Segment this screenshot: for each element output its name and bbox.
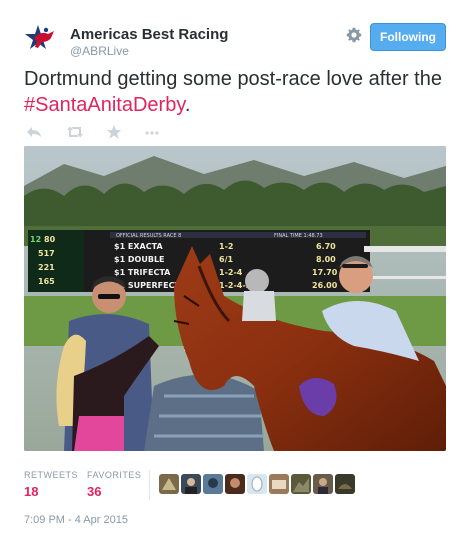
favoriter-avatar[interactable] bbox=[313, 474, 333, 494]
tweet-timestamp[interactable]: 7:09 PM - 4 Apr 2015 bbox=[24, 514, 128, 526]
favoriter-avatar[interactable] bbox=[291, 474, 311, 494]
tweet-photo[interactable]: OFFICIAL RESULTS RACE 8 FINAL TIME 1:48.… bbox=[24, 146, 446, 451]
board-row-label: $1 EXACTA bbox=[114, 242, 163, 251]
favorites-count[interactable]: 36 bbox=[87, 484, 101, 499]
board-row-combo: 1-2-4 bbox=[219, 268, 243, 277]
gear-icon[interactable] bbox=[346, 27, 362, 43]
retweets-label[interactable]: RETWEETS bbox=[24, 470, 78, 480]
favorites-label[interactable]: FAVORITES bbox=[87, 470, 141, 480]
favoriter-avatar[interactable] bbox=[159, 474, 179, 494]
board-row-combo: 1-2 bbox=[219, 242, 233, 251]
tweet-text-end: . bbox=[184, 94, 191, 116]
board-left-4: 221 bbox=[38, 263, 55, 272]
board-row-label: $1 TRIFECTA bbox=[114, 268, 171, 277]
board-time: FINAL TIME 1:48.73 bbox=[274, 233, 323, 239]
retweet-icon[interactable] bbox=[66, 124, 84, 140]
favoriter-avatar[interactable] bbox=[269, 474, 289, 494]
reply-icon[interactable] bbox=[26, 124, 44, 140]
board-header: OFFICIAL RESULTS RACE 8 bbox=[116, 233, 181, 239]
hashtag-link[interactable]: #SantaAnitaDerby bbox=[24, 94, 185, 116]
tweet-header: Americas Best Racing @ABRLive Following bbox=[24, 22, 446, 62]
tweet-actions bbox=[26, 124, 186, 140]
author-avatar[interactable] bbox=[24, 22, 60, 58]
tweet-stats: RETWEETS 18 FAVORITES 36 bbox=[24, 470, 446, 500]
board-row-payout: 17.70 bbox=[312, 268, 338, 277]
tweet-text-body: Dortmund getting some post-race love aft… bbox=[24, 68, 442, 90]
retweets-count[interactable]: 18 bbox=[24, 484, 38, 499]
board-row-payout: 6.70 bbox=[316, 242, 336, 251]
author-display-name[interactable]: Americas Best Racing bbox=[70, 26, 228, 43]
following-button[interactable]: Following bbox=[370, 23, 446, 51]
favoriter-avatar[interactable] bbox=[181, 474, 201, 494]
favoriter-avatar[interactable] bbox=[247, 474, 267, 494]
board-row-combo: 6/1 bbox=[219, 255, 233, 264]
board-left-2: 80 bbox=[44, 235, 56, 244]
more-icon[interactable] bbox=[144, 124, 162, 140]
board-row-payout: 26.00 bbox=[312, 281, 338, 290]
favorite-icon[interactable] bbox=[106, 124, 124, 140]
stats-divider bbox=[149, 470, 150, 500]
favoriter-avatar[interactable] bbox=[335, 474, 355, 494]
board-row-label: $1 DOUBLE bbox=[114, 255, 165, 264]
favoriter-avatar[interactable] bbox=[203, 474, 223, 494]
board-left-5: 165 bbox=[38, 277, 55, 286]
favoriter-avatar[interactable] bbox=[225, 474, 245, 494]
board-row-payout: 8.00 bbox=[316, 255, 336, 264]
author-handle[interactable]: @ABRLive bbox=[70, 44, 129, 58]
board-left-1: 12 bbox=[30, 235, 41, 244]
tweet-text: Dortmund getting some post-race love aft… bbox=[24, 66, 446, 118]
board-left-3: 517 bbox=[38, 249, 55, 258]
